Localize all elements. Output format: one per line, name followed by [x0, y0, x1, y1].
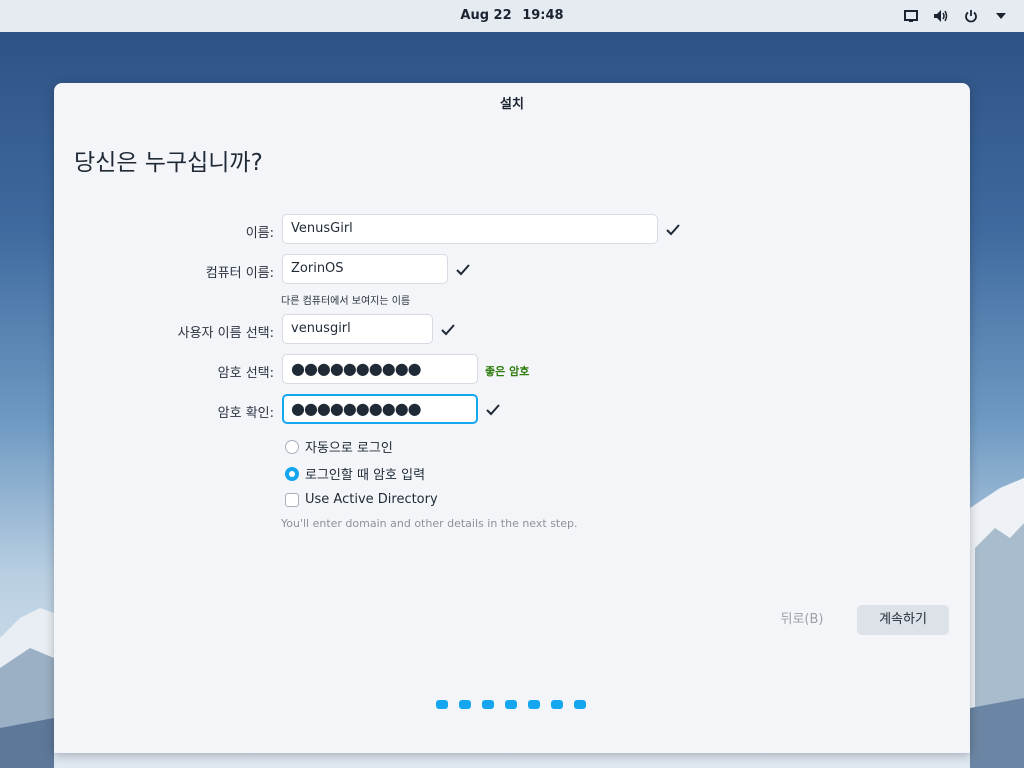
computer-name-field[interactable]: ZorinOS [282, 254, 448, 284]
name-label: 이름: [245, 226, 274, 241]
power-icon[interactable] [962, 7, 980, 25]
auto-login-option[interactable]: 자동으로 로그인 [285, 437, 393, 456]
clock[interactable]: Aug 22 19:48 [0, 0, 1024, 32]
progress-dot [436, 700, 448, 709]
require-password-option[interactable]: 로그인할 때 암호 입력 [285, 464, 425, 483]
system-tray[interactable] [902, 0, 1010, 32]
back-button[interactable]: 뒤로(B) [770, 605, 834, 635]
progress-dot [482, 700, 494, 709]
password-label: 암호 선택: [217, 366, 274, 381]
name-field[interactable]: VenusGirl [282, 214, 658, 244]
clock-time: 19:48 [522, 8, 564, 23]
checkmark-icon [456, 264, 470, 276]
require-password-radio[interactable] [285, 466, 299, 481]
progress-dot [551, 700, 563, 709]
active-directory-label: Use Active Directory [305, 492, 438, 507]
username-label: 사용자 이름 선택: [177, 326, 274, 341]
progress-dot [528, 700, 540, 709]
progress-indicator [436, 700, 586, 709]
password-field[interactable]: ●●●●●●●●●● [282, 354, 478, 384]
page-title: 당신은 누구십니까? [74, 150, 263, 176]
screen-icon[interactable] [902, 7, 920, 25]
username-field[interactable]: venusgirl [282, 314, 433, 344]
checkmark-icon [486, 404, 500, 416]
active-directory-note: You'll enter domain and other details in… [281, 517, 578, 530]
password-strength: 좋은 암호 [485, 365, 530, 378]
continue-button[interactable]: 계속하기 [857, 605, 949, 635]
checkmark-icon [666, 224, 680, 236]
progress-dot [505, 700, 517, 709]
installer-window: 설치 당신은 누구십니까? 이름: VenusGirl 컴퓨터 이름: Zori… [54, 83, 970, 753]
confirm-password-field[interactable]: ●●●●●●●●●● [282, 394, 478, 424]
dropdown-arrow-icon[interactable] [992, 7, 1010, 25]
active-directory-checkbox[interactable] [285, 492, 299, 507]
top-bar: Aug 22 19:48 [0, 0, 1024, 32]
progress-dot [574, 700, 586, 709]
progress-dot [459, 700, 471, 709]
confirm-password-label: 암호 확인: [217, 406, 274, 421]
volume-icon[interactable] [932, 7, 950, 25]
active-directory-option[interactable]: Use Active Directory [285, 492, 438, 507]
auto-login-label: 자동으로 로그인 [305, 441, 393, 456]
computer-name-hint: 다른 컴퓨터에서 보여지는 이름 [281, 296, 411, 307]
window-title: 설치 [500, 97, 524, 112]
checkmark-icon [441, 324, 455, 336]
computer-name-label: 컴퓨터 이름: [205, 266, 274, 281]
auto-login-radio[interactable] [285, 439, 299, 454]
clock-date: Aug 22 [460, 8, 512, 23]
require-password-label: 로그인할 때 암호 입력 [305, 468, 426, 483]
